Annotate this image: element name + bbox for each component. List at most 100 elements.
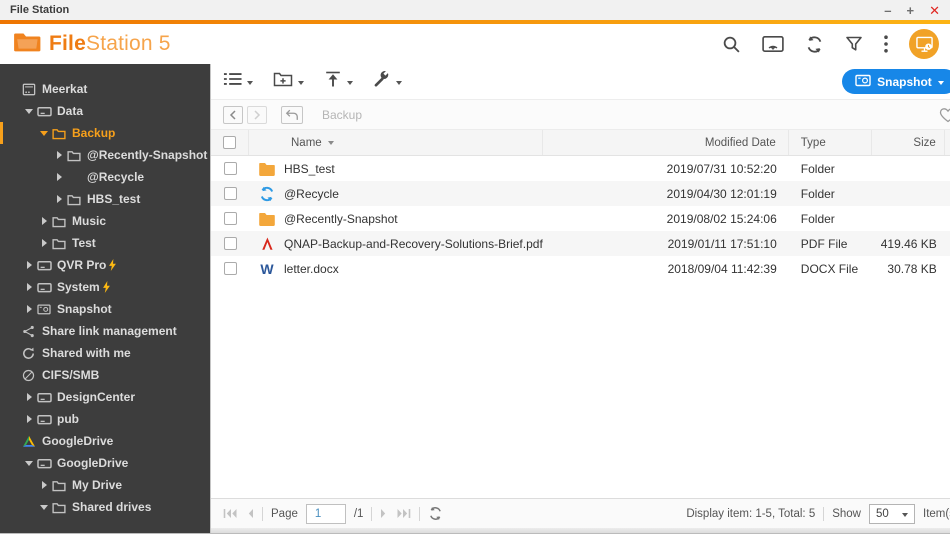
column-header-type[interactable]: Type xyxy=(789,130,872,155)
filter-icon[interactable] xyxy=(845,35,863,53)
view-mode-button[interactable] xyxy=(221,67,255,96)
refresh-icon[interactable] xyxy=(805,35,824,54)
sidebar-item-label: Backup xyxy=(72,126,116,140)
folder-logo-icon xyxy=(14,31,41,57)
sidebar-item[interactable]: Shared with me xyxy=(0,342,210,364)
file-modified-date: 2019/08/02 15:24:06 xyxy=(666,211,777,226)
more-icon[interactable] xyxy=(884,35,888,53)
forward-button[interactable] xyxy=(247,105,267,124)
user-avatar[interactable] xyxy=(909,29,939,59)
column-header-name[interactable]: Name xyxy=(249,130,543,155)
sidebar-item[interactable]: HBS_test xyxy=(0,188,210,210)
folder-o-icon xyxy=(52,215,70,228)
prev-page-button[interactable] xyxy=(246,508,254,519)
next-page-button[interactable] xyxy=(380,508,388,519)
chevron-down-icon xyxy=(396,80,402,85)
window-title: File Station xyxy=(10,4,70,16)
upload-button[interactable] xyxy=(322,67,355,97)
sidebar-item[interactable]: Music xyxy=(0,210,210,232)
file-type: DOCX File xyxy=(800,261,859,276)
last-page-button[interactable] xyxy=(396,508,411,519)
upload-icon xyxy=(324,71,342,93)
sidebar-item[interactable]: System xyxy=(0,276,210,298)
sidebar-item[interactable]: My Drive xyxy=(0,474,210,496)
sidebar-item[interactable]: @Recycle xyxy=(0,166,210,188)
table-row[interactable]: QNAP-Backup-and-Recovery-Solutions-Brief… xyxy=(211,231,950,256)
sidebar-item[interactable]: Backup xyxy=(0,122,210,144)
table-header: Name Modified Date Type Size + xyxy=(211,130,950,156)
file-type: Folder xyxy=(800,161,835,176)
page-input[interactable]: 1 xyxy=(305,503,346,524)
table-row[interactable]: @Recently-Snapshot 2019/08/02 15:24:06 Fol… xyxy=(211,206,950,231)
first-page-button[interactable] xyxy=(223,508,238,519)
sidebar-item-label: GoogleDrive xyxy=(57,456,129,470)
create-folder-button[interactable] xyxy=(271,67,306,97)
table-row[interactable]: HBS_test 2019/07/31 10:52:20 Folder xyxy=(211,156,950,181)
column-header-size[interactable]: Size xyxy=(872,130,945,155)
table-row[interactable]: Wletter.docx 2018/09/04 11:42:39 DOCX File… xyxy=(211,256,950,281)
camera-icon xyxy=(37,303,55,315)
up-level-button[interactable] xyxy=(281,105,303,124)
sidebar-item[interactable]: DesignCenter xyxy=(0,386,210,408)
tools-button[interactable] xyxy=(371,66,404,97)
chevron-down-icon xyxy=(902,512,908,517)
file-modified-date: 2019/07/31 10:52:20 xyxy=(666,161,777,176)
sidebar-item[interactable]: Share link management xyxy=(0,320,210,342)
column-header-modified[interactable]: Modified Date xyxy=(543,130,789,155)
close-button[interactable]: ✕ xyxy=(929,4,940,17)
add-column-button[interactable]: + xyxy=(945,130,950,155)
file-name: HBS_test xyxy=(284,161,335,176)
sidebar-item[interactable]: GoogleDrive xyxy=(0,430,210,452)
main-panel: Snapshot Backup Name Modified Date Type … xyxy=(210,64,950,533)
file-type: PDF File xyxy=(800,236,848,251)
app-logo: FileStation 5 xyxy=(14,31,171,57)
select-all-checkbox[interactable] xyxy=(223,136,236,149)
sidebar-item-label: @Recently-Snapshot xyxy=(87,148,208,162)
page-size-select[interactable]: 50 xyxy=(869,503,915,524)
favorite-icon[interactable] xyxy=(939,107,950,123)
row-checkbox[interactable] xyxy=(223,262,237,275)
drive-icon xyxy=(37,391,55,404)
search-icon[interactable] xyxy=(722,35,741,54)
file-modified-date: 2019/04/30 12:01:19 xyxy=(666,186,777,201)
file-table-body: HBS_test 2019/07/31 10:52:20 Folder @Recycl… xyxy=(211,156,950,281)
sidebar-item[interactable]: Test xyxy=(0,232,210,254)
word-icon: W xyxy=(260,260,274,277)
row-checkbox[interactable] xyxy=(223,187,237,200)
sidebar-item-label: CIFS/SMB xyxy=(42,368,100,382)
cast-icon[interactable] xyxy=(762,35,784,53)
folder-o-icon xyxy=(67,193,85,206)
sidebar-item[interactable]: QVR Pro xyxy=(0,254,210,276)
sidebar-item[interactable]: Meerkat xyxy=(0,78,210,100)
refresh-list-icon[interactable] xyxy=(428,506,443,521)
file-modified-date: 2018/09/04 11:42:39 xyxy=(667,261,777,276)
back-button[interactable] xyxy=(223,105,243,124)
sidebar-item-label: Shared with me xyxy=(42,346,131,360)
sidebar-item-label: Snapshot xyxy=(57,302,112,316)
row-checkbox[interactable] xyxy=(223,162,237,175)
folder-plus-icon xyxy=(273,71,293,93)
snapshot-button[interactable]: Snapshot xyxy=(842,69,950,94)
sidebar-item[interactable]: Data xyxy=(0,100,210,122)
sidebar-item[interactable]: Snapshot xyxy=(0,298,210,320)
file-name: @Recently-Snapshot xyxy=(284,211,398,226)
row-checkbox[interactable] xyxy=(223,212,237,225)
breadcrumb[interactable]: Backup xyxy=(322,108,362,122)
sidebar-item[interactable]: CIFS/SMB xyxy=(0,364,210,386)
file-type: Folder xyxy=(800,211,835,226)
file-table: Name Modified Date Type Size + HBS_test 2… xyxy=(211,130,950,498)
maximize-button[interactable]: + xyxy=(907,4,915,17)
minimize-button[interactable]: – xyxy=(884,4,891,17)
row-checkbox[interactable] xyxy=(223,237,237,250)
file-size: 30.78 KB xyxy=(887,261,937,276)
display-summary: Display item: 1-5, Total: 5 xyxy=(686,507,816,520)
sidebar-item[interactable]: pub xyxy=(0,408,210,430)
app-header: FileStation 5 xyxy=(0,24,950,64)
sidebar-item[interactable]: Shared drives xyxy=(0,496,210,518)
snapshot-button-label: Snapshot xyxy=(877,74,932,89)
table-row[interactable]: @Recycle 2019/04/30 12:01:19 Folder xyxy=(211,181,950,206)
sidebar-item[interactable]: GoogleDrive xyxy=(0,452,210,474)
file-name: QNAP-Backup-and-Recovery-Solutions-Brief… xyxy=(284,236,543,251)
sidebar-item[interactable]: @Recently-Snapshot xyxy=(0,144,210,166)
sidebar-item-label: Data xyxy=(57,104,84,118)
